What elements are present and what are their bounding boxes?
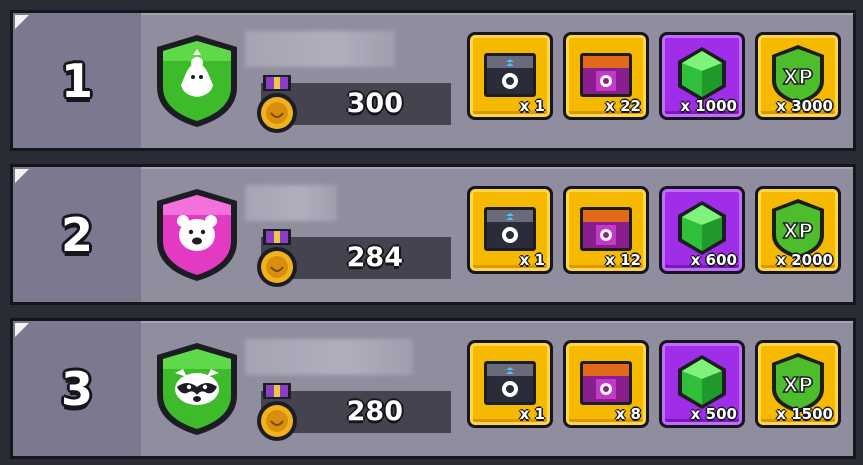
svg-text:XP: XP <box>783 65 813 89</box>
reward-xp[interactable]: XP x 2000 <box>755 186 841 274</box>
reward-dark-chest[interactable]: x 1 <box>467 32 553 120</box>
reward-green-gem[interactable]: x 500 <box>659 340 745 428</box>
leaderboard-row-2: 2 284 x 1 x 12 x 600 XP x 2000 <box>10 164 856 305</box>
medal-icon <box>257 75 297 133</box>
reward-quantity: x 1 <box>519 405 545 423</box>
svg-text:XP: XP <box>783 219 813 243</box>
leaderboard-row-1: 1 300 x 1 x 22 x 1000 XP x 3000 <box>10 10 856 151</box>
reward-quantity: x 500 <box>690 405 737 423</box>
reward-quantity: x 1 <box>519 251 545 269</box>
reward-green-gem[interactable]: x 600 <box>659 186 745 274</box>
reward-quantity: x 8 <box>615 405 641 423</box>
reward-magenta-chest[interactable]: x 12 <box>563 186 649 274</box>
reward-xp[interactable]: XP x 1500 <box>755 340 841 428</box>
reward-quantity: x 12 <box>605 251 641 269</box>
reward-magenta-chest[interactable]: x 8 <box>563 340 649 428</box>
medal-icon <box>257 229 297 287</box>
rank-number: 3 <box>60 361 93 416</box>
reward-quantity: x 22 <box>605 97 641 115</box>
player-name-redacted <box>245 339 413 375</box>
reward-quantity: x 1000 <box>680 97 737 115</box>
raccoon-shield-icon <box>157 343 237 435</box>
rank-cell: 3 <box>13 321 141 456</box>
player-name-redacted <box>245 31 395 67</box>
reward-quantity: x 1500 <box>776 405 833 423</box>
score-value: 284 <box>346 242 403 273</box>
reward-dark-chest[interactable]: x 1 <box>467 340 553 428</box>
reward-green-gem[interactable]: x 1000 <box>659 32 745 120</box>
medal-icon <box>257 383 297 441</box>
reward-xp[interactable]: XP x 3000 <box>755 32 841 120</box>
rank-cell: 2 <box>13 167 141 302</box>
score-value: 280 <box>346 396 403 427</box>
svg-text:XP: XP <box>783 373 813 397</box>
player-name-redacted <box>245 185 337 221</box>
reward-quantity: x 1 <box>519 97 545 115</box>
leaderboard-row-3: 3 280 x 1 x 8 x 500 XP x 1500 <box>10 318 856 459</box>
reward-quantity: x 2000 <box>776 251 833 269</box>
rank-number: 1 <box>60 53 93 108</box>
reward-quantity: x 600 <box>690 251 737 269</box>
reward-dark-chest[interactable]: x 1 <box>467 186 553 274</box>
chicken-shield-icon <box>157 35 237 127</box>
reward-magenta-chest[interactable]: x 22 <box>563 32 649 120</box>
reward-quantity: x 3000 <box>776 97 833 115</box>
bear-shield-icon <box>157 189 237 281</box>
score-value: 300 <box>346 88 403 119</box>
rank-number: 2 <box>60 207 93 262</box>
rank-cell: 1 <box>13 13 141 148</box>
